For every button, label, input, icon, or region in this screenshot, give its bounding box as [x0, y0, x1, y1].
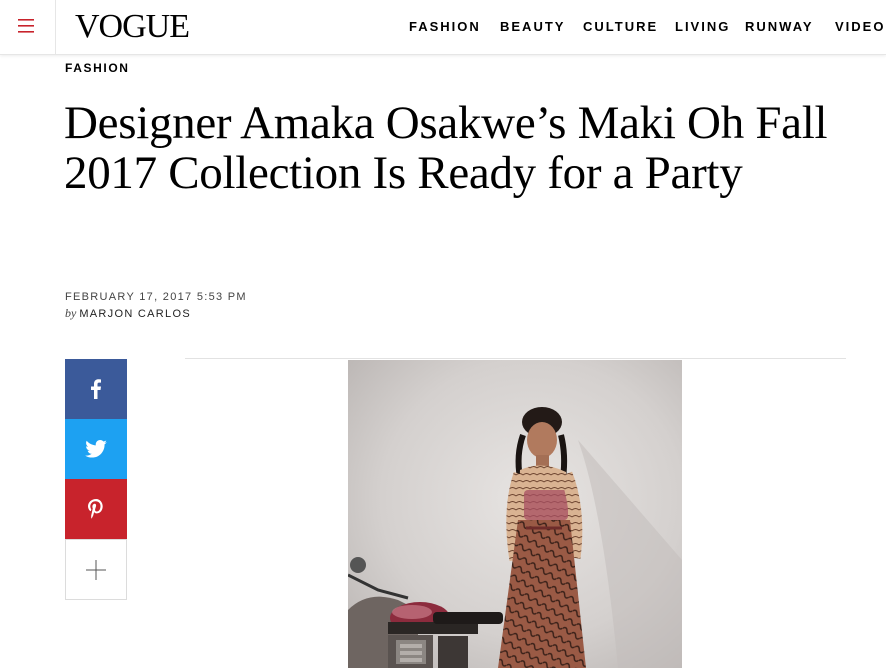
nav-item-video[interactable]: VIDEO [835, 17, 885, 37]
article-headline: Designer Amaka Osakwe’s Maki Oh Fall 201… [64, 97, 828, 199]
article-category[interactable]: FASHION [65, 60, 130, 76]
twitter-icon [85, 440, 107, 458]
divider [185, 358, 846, 359]
facebook-share-button[interactable] [65, 359, 127, 419]
pinterest-share-button[interactable] [65, 479, 127, 539]
hamburger-menu-icon [18, 19, 34, 33]
nav-item-culture[interactable]: CULTURE [583, 17, 658, 37]
plus-icon [86, 559, 106, 580]
facebook-icon [91, 379, 101, 399]
more-share-button[interactable] [65, 539, 127, 600]
byline: by MARJON CARLOS [65, 306, 191, 321]
pinterest-icon [88, 499, 103, 519]
menu-button[interactable] [0, 0, 56, 54]
vogue-logo[interactable]: VOGUE [75, 8, 190, 46]
article-lead-photo[interactable] [348, 360, 682, 668]
nav-item-fashion[interactable]: FASHION [409, 17, 481, 37]
nav-item-living[interactable]: LIVING [675, 17, 730, 37]
twitter-share-button[interactable] [65, 419, 127, 479]
nav-item-beauty[interactable]: BEAUTY [500, 17, 565, 37]
model-with-motorcycle-image [348, 360, 682, 668]
author-name[interactable]: MARJON CARLOS [79, 308, 191, 320]
nav-item-runway[interactable]: RUNWAY [745, 17, 814, 37]
top-navigation-bar: VOGUE FASHION BEAUTY CULTURE LIVING RUNW… [0, 0, 886, 55]
publish-date: FEBRUARY 17, 2017 5:53 PM [65, 291, 247, 303]
byline-by-label: by [65, 306, 77, 320]
